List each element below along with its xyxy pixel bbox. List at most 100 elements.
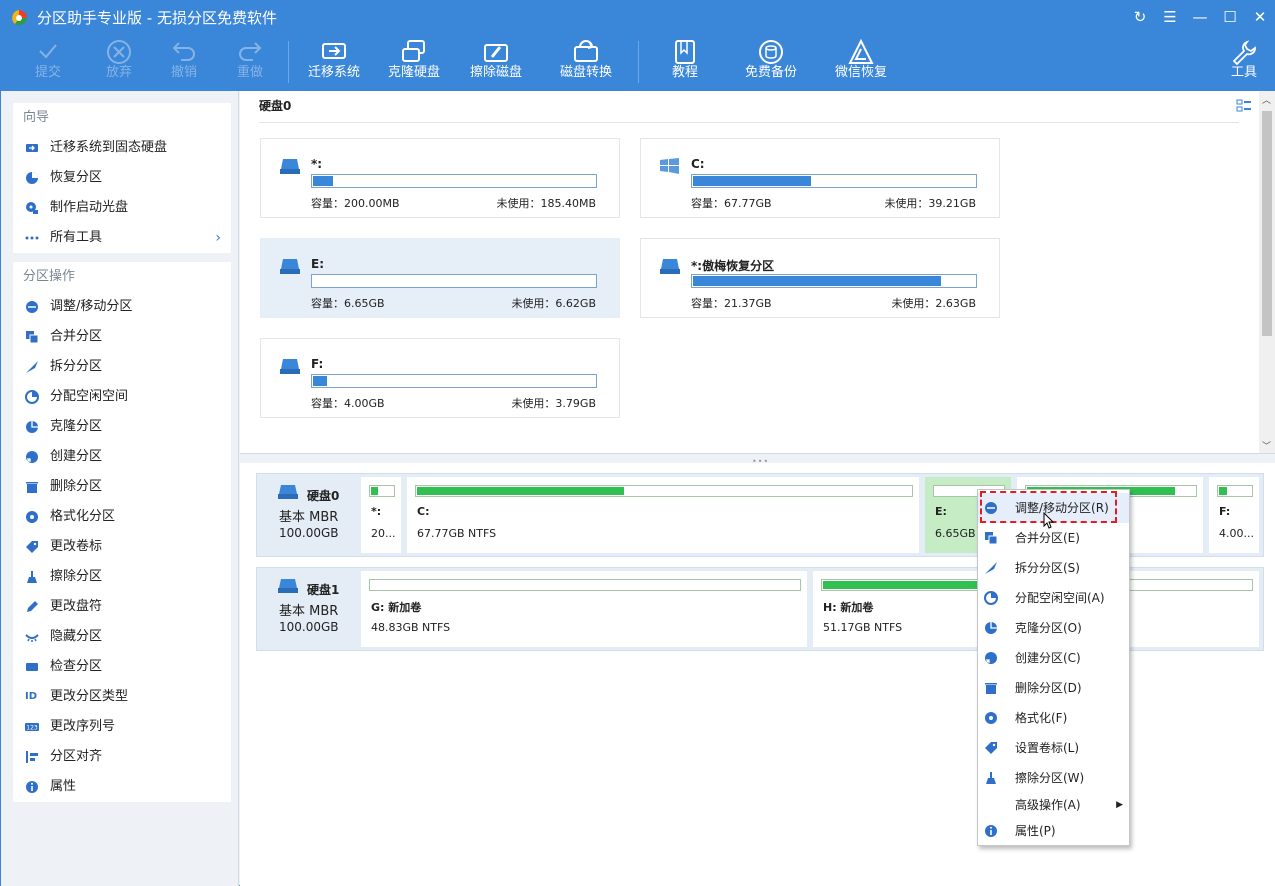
menu-wipe[interactable]: 擦除分区(W) <box>978 763 1129 793</box>
op-resize-move[interactable]: 调整/移动分区 <box>13 292 231 322</box>
menu-icon[interactable]: ☰ <box>1160 7 1180 27</box>
op-wipe-partition[interactable]: 擦除分区 <box>13 562 231 592</box>
resize-icon <box>26 301 38 313</box>
op-create-partition[interactable]: 创建分区 <box>13 442 231 472</box>
close-button[interactable]: ✕ <box>1250 7 1270 27</box>
op-change-type[interactable]: ID 更改分区类型 <box>13 682 231 712</box>
serial-icon: 123 <box>25 723 39 732</box>
svg-text:123: 123 <box>26 725 38 732</box>
toolbar-separator <box>638 41 639 83</box>
scroll-down-icon[interactable]: ﹀ <box>1262 439 1271 452</box>
toolbar: 提交 放弃 撤销 重做 迁移系统 克隆硬盘 擦除磁盘 磁盘转换 教程 免费备份 … <box>1 33 1275 91</box>
partition-card[interactable]: C: 容量：67.77GB 未使用：39.21GB <box>640 138 1000 218</box>
convert-disk-button[interactable]: 磁盘转换 <box>556 33 616 91</box>
op-format-partition[interactable]: 格式化分区 <box>13 502 231 532</box>
redo-button[interactable]: 重做 <box>225 33 275 91</box>
context-menu: 调整/移动分区(R) 合并分区(E) 拆分分区(S) 分配空闲空间(A) 克隆分… <box>977 489 1130 846</box>
partition-card[interactable]: F: 容量：4.00GB 未使用：3.79GB <box>260 338 620 418</box>
refresh-icon[interactable]: ↻ <box>1130 7 1150 27</box>
migrate-system-button[interactable]: 迁移系统 <box>304 33 364 91</box>
divider <box>259 122 1239 123</box>
hide-icon <box>25 634 39 642</box>
free-backup-button[interactable]: 免费备份 <box>741 33 801 91</box>
op-split[interactable]: 拆分分区 <box>13 352 231 382</box>
partition-card-selected[interactable]: E: 容量：6.65GB 未使用：6.62GB <box>260 238 620 318</box>
wizard-boot-disc[interactable]: 制作启动光盘 <box>13 193 231 223</box>
op-properties[interactable]: 属性 <box>13 772 231 802</box>
op-allocate-space[interactable]: 分配空闲空间 <box>13 382 231 412</box>
op-hide-partition[interactable]: 隐藏分区 <box>13 622 231 652</box>
partition-card[interactable]: *:傲梅恢复分区 容量：21.37GB 未使用：2.63GB <box>640 238 1000 318</box>
tools-button[interactable]: 工具 <box>1224 33 1264 91</box>
mouse-cursor-icon <box>1043 512 1055 529</box>
discard-button[interactable]: 放弃 <box>94 33 144 91</box>
usage-fill <box>313 376 327 386</box>
partition-block[interactable]: F: 4.00... <box>1209 477 1259 553</box>
op-change-letter[interactable]: 更改盘符 <box>13 592 231 622</box>
clone-disk-button[interactable]: 克隆硬盘 <box>384 33 444 91</box>
scroll-thumb[interactable] <box>1262 111 1272 336</box>
maximize-button[interactable]: ☐ <box>1220 7 1240 27</box>
minimize-button[interactable]: — <box>1190 7 1210 27</box>
partition-block[interactable]: *: 20... <box>361 477 401 553</box>
convert-disk-icon <box>574 40 598 62</box>
wizard-all-tools[interactable]: 所有工具 › <box>13 223 231 253</box>
app-window: 分区助手专业版 - 无损分区免费软件 ↻ ☰ — ☐ ✕ 提交 放弃 撤销 重做… <box>0 0 1275 886</box>
commit-button[interactable]: 提交 <box>23 33 73 91</box>
menu-properties[interactable]: 属性(P) <box>978 816 1129 846</box>
sidebar: 向导 迁移系统到固态硬盘 恢复分区 制作启动光盘 所有工具 › 分区操作 调整/… <box>1 91 239 886</box>
wechat-recovery-button[interactable]: 微信恢复 <box>831 33 891 91</box>
redo-icon <box>239 42 262 61</box>
menu-create[interactable]: 创建分区(C) <box>978 643 1129 673</box>
drive-icon <box>280 259 300 274</box>
wizard-migrate-ssd[interactable]: 迁移系统到固态硬盘 <box>13 133 231 163</box>
tutorial-button[interactable]: 教程 <box>655 33 715 91</box>
clone-icon <box>26 421 38 433</box>
scroll-up-icon[interactable]: ︿ <box>1262 93 1271 106</box>
split-icon <box>985 562 997 574</box>
partition-ops-title: 分区操作 <box>23 269 76 284</box>
usage-bar <box>311 374 597 388</box>
pane-splitter[interactable]: ••• <box>240 453 1275 466</box>
check-disk-icon <box>26 663 38 671</box>
op-merge[interactable]: 合并分区 <box>13 322 231 352</box>
op-align-partition[interactable]: 分区对齐 <box>13 742 231 772</box>
recovery-icon <box>848 38 874 64</box>
window-title: 分区助手专业版 - 无损分区免费软件 <box>37 9 277 27</box>
wrench-icon <box>1232 40 1256 66</box>
wipe-disk-button[interactable]: 擦除磁盘 <box>466 33 526 91</box>
align-icon <box>26 751 38 763</box>
usage-fill <box>371 487 378 495</box>
menu-split[interactable]: 拆分分区(S) <box>978 553 1129 583</box>
op-check-partition[interactable]: 检查分区 <box>13 652 231 682</box>
op-clone-partition[interactable]: 克隆分区 <box>13 412 231 442</box>
op-change-serial[interactable]: 123 更改序列号 <box>13 712 231 742</box>
merge-icon <box>26 331 39 344</box>
disk-icon <box>278 485 298 499</box>
partition-block[interactable]: C: 67.77GB NTFS <box>407 477 919 553</box>
create-icon <box>26 451 38 463</box>
undo-button[interactable]: 撤销 <box>159 33 209 91</box>
menu-delete[interactable]: 删除分区(D) <box>978 673 1129 703</box>
broom-icon <box>27 571 37 583</box>
usage-bar <box>415 485 913 497</box>
drive-icon <box>280 159 300 174</box>
disk-info: 硬盘1 基本 MBR 100.00GB <box>257 568 357 650</box>
menu-format[interactable]: 格式化(F) <box>978 703 1129 733</box>
op-delete-partition[interactable]: 删除分区 <box>13 472 231 502</box>
op-change-label[interactable]: 更改卷标 <box>13 532 231 562</box>
menu-set-label[interactable]: 设置卷标(L) <box>978 733 1129 763</box>
clone-icon <box>985 622 997 634</box>
create-icon <box>985 652 997 664</box>
partition-block[interactable]: G: 新加卷 48.83GB NTFS <box>361 571 807 647</box>
broom-icon <box>986 772 996 784</box>
vertical-scrollbar[interactable]: ︿ ﹀ <box>1259 91 1275 453</box>
wizard-recover-partition[interactable]: 恢复分区 <box>13 163 231 193</box>
menu-clone[interactable]: 克隆分区(O) <box>978 613 1129 643</box>
trash-icon <box>26 482 38 493</box>
chevron-right-icon: › <box>215 230 221 246</box>
menu-allocate-space[interactable]: 分配空闲空间(A) <box>978 583 1129 613</box>
partition-card[interactable]: *: 容量：200.00MB 未使用：185.40MB <box>260 138 620 218</box>
view-toggle-icon[interactable] <box>1235 97 1253 115</box>
tag-icon <box>26 541 38 553</box>
